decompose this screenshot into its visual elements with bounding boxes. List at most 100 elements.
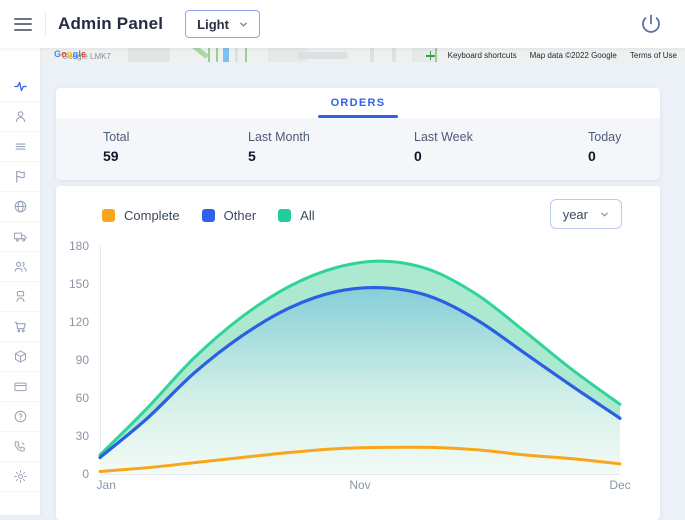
legend-complete-swatch bbox=[102, 209, 115, 222]
stat-total-label: Total bbox=[103, 130, 248, 144]
tab-orders-label: ORDERS bbox=[331, 97, 386, 109]
chart-y-axis-labels: 0306090120150180 bbox=[56, 246, 94, 474]
flag-icon bbox=[13, 169, 28, 184]
user-badge-icon bbox=[13, 289, 28, 304]
card-icon bbox=[13, 379, 28, 394]
sidebar-item-globe[interactable] bbox=[0, 192, 40, 222]
sidebar-item-payments[interactable] bbox=[0, 372, 40, 402]
map-block bbox=[370, 48, 374, 62]
map-line-green bbox=[245, 48, 247, 62]
help-circle-icon bbox=[13, 409, 28, 424]
sidebar-item-customers[interactable] bbox=[0, 252, 40, 282]
map-data-label: Map data ©2022 Google bbox=[530, 51, 617, 60]
user-icon bbox=[13, 109, 28, 124]
stat-today-label: Today bbox=[588, 130, 621, 144]
legend-complete[interactable]: Complete bbox=[102, 208, 180, 223]
sidebar-item-settings[interactable] bbox=[0, 462, 40, 492]
map-block bbox=[392, 48, 396, 62]
map-road-green bbox=[179, 48, 209, 59]
map-block bbox=[235, 48, 238, 62]
chart-plot-area bbox=[100, 246, 620, 474]
map-marker-icon bbox=[426, 51, 435, 60]
chart-range-value: year bbox=[563, 207, 588, 222]
sidebar-item-help[interactable] bbox=[0, 402, 40, 432]
map-strip: Google LMK7 Google Keyboard shortcuts Ma… bbox=[40, 48, 685, 62]
sidebar-item-reports[interactable] bbox=[0, 162, 40, 192]
package-icon bbox=[13, 349, 28, 364]
gear-icon bbox=[13, 469, 28, 484]
theme-dropdown[interactable]: Light bbox=[185, 10, 260, 38]
y-tick-label: 90 bbox=[76, 353, 89, 367]
orders-chart-card: Complete Other All year 0 30 60 90 120 150 180… bbox=[56, 186, 660, 520]
x-tick-label: Dec bbox=[609, 478, 630, 492]
topbar: Admin Panel Light bbox=[0, 0, 685, 48]
map-attribution: Keyboard shortcuts Map data ©2022 Google… bbox=[426, 51, 677, 60]
stat-total-value: 59 bbox=[103, 148, 248, 164]
globe-icon bbox=[13, 199, 28, 214]
sidebar-item-products[interactable] bbox=[0, 342, 40, 372]
theme-dropdown-value: Light bbox=[197, 17, 229, 32]
stat-last-month-label: Last Month bbox=[248, 130, 414, 144]
orders-tab-row: ORDERS bbox=[56, 88, 660, 118]
terms-of-use-link[interactable]: Terms of Use bbox=[630, 51, 677, 60]
y-tick-label: 180 bbox=[69, 239, 89, 253]
legend-other-swatch bbox=[202, 209, 215, 222]
logout-power-icon[interactable] bbox=[639, 12, 663, 36]
list-icon bbox=[13, 139, 28, 154]
map-block bbox=[128, 48, 170, 62]
map-line-green bbox=[216, 48, 218, 62]
x-tick-label: Nov bbox=[349, 478, 370, 492]
keyboard-shortcuts-link[interactable]: Keyboard shortcuts bbox=[448, 51, 517, 60]
map-block bbox=[298, 52, 348, 59]
users-icon bbox=[13, 259, 28, 274]
sidebar-item-cart[interactable] bbox=[0, 312, 40, 342]
y-tick-label: 30 bbox=[76, 429, 89, 443]
legend-all-swatch bbox=[278, 209, 291, 222]
sidebar-item-support[interactable] bbox=[0, 432, 40, 462]
google-logo: Google bbox=[54, 49, 86, 59]
sidebar-item-delivery[interactable] bbox=[0, 222, 40, 252]
tab-active-underline bbox=[318, 115, 398, 118]
stat-last-week-label: Last Week bbox=[414, 130, 588, 144]
stat-today-value: 0 bbox=[588, 148, 621, 164]
legend-complete-label: Complete bbox=[124, 208, 180, 223]
chart-x-axis-line bbox=[100, 474, 620, 475]
chart-x-axis-labels: JanNovDec bbox=[100, 478, 620, 494]
stat-last-week: Last Week 0 bbox=[414, 130, 588, 180]
y-tick-label: 0 bbox=[82, 467, 89, 481]
cart-icon bbox=[13, 319, 28, 334]
map-road-blue bbox=[223, 48, 229, 62]
truck-icon bbox=[13, 229, 28, 244]
orders-area-chart bbox=[100, 246, 620, 474]
chart-range-dropdown[interactable]: year bbox=[550, 199, 622, 229]
sidebar-item-staff[interactable] bbox=[0, 282, 40, 312]
topbar-divider bbox=[45, 12, 46, 36]
map-line-green bbox=[208, 48, 210, 62]
sidebar-item-list[interactable] bbox=[0, 132, 40, 162]
tab-orders[interactable]: ORDERS bbox=[301, 88, 416, 118]
legend-all-label: All bbox=[300, 208, 314, 223]
legend-other-label: Other bbox=[224, 208, 257, 223]
menu-toggle-icon[interactable] bbox=[14, 14, 32, 34]
orders-card: ORDERS Total 59 Last Month 5 Last Week 0… bbox=[56, 88, 660, 180]
legend-all[interactable]: All bbox=[278, 208, 314, 223]
legend-other[interactable]: Other bbox=[202, 208, 257, 223]
chart-legend: Complete Other All bbox=[102, 200, 315, 230]
stat-last-week-value: 0 bbox=[414, 148, 588, 164]
orders-stats-row: Total 59 Last Month 5 Last Week 0 Today … bbox=[56, 118, 660, 180]
activity-icon bbox=[13, 79, 28, 94]
sidebar bbox=[0, 48, 40, 515]
phone-icon bbox=[13, 439, 28, 454]
y-tick-label: 120 bbox=[69, 315, 89, 329]
chevron-down-icon bbox=[239, 20, 248, 29]
sidebar-item-activity[interactable] bbox=[0, 72, 40, 102]
chevron-down-icon bbox=[600, 210, 609, 219]
sidebar-item-profile[interactable] bbox=[0, 102, 40, 132]
y-tick-label: 150 bbox=[69, 277, 89, 291]
stat-last-month-value: 5 bbox=[248, 148, 414, 164]
app-title: Admin Panel bbox=[58, 14, 163, 34]
stat-total: Total 59 bbox=[103, 130, 248, 180]
y-tick-label: 60 bbox=[76, 391, 89, 405]
stat-today: Today 0 bbox=[588, 130, 621, 180]
x-tick-label: Jan bbox=[97, 478, 116, 492]
